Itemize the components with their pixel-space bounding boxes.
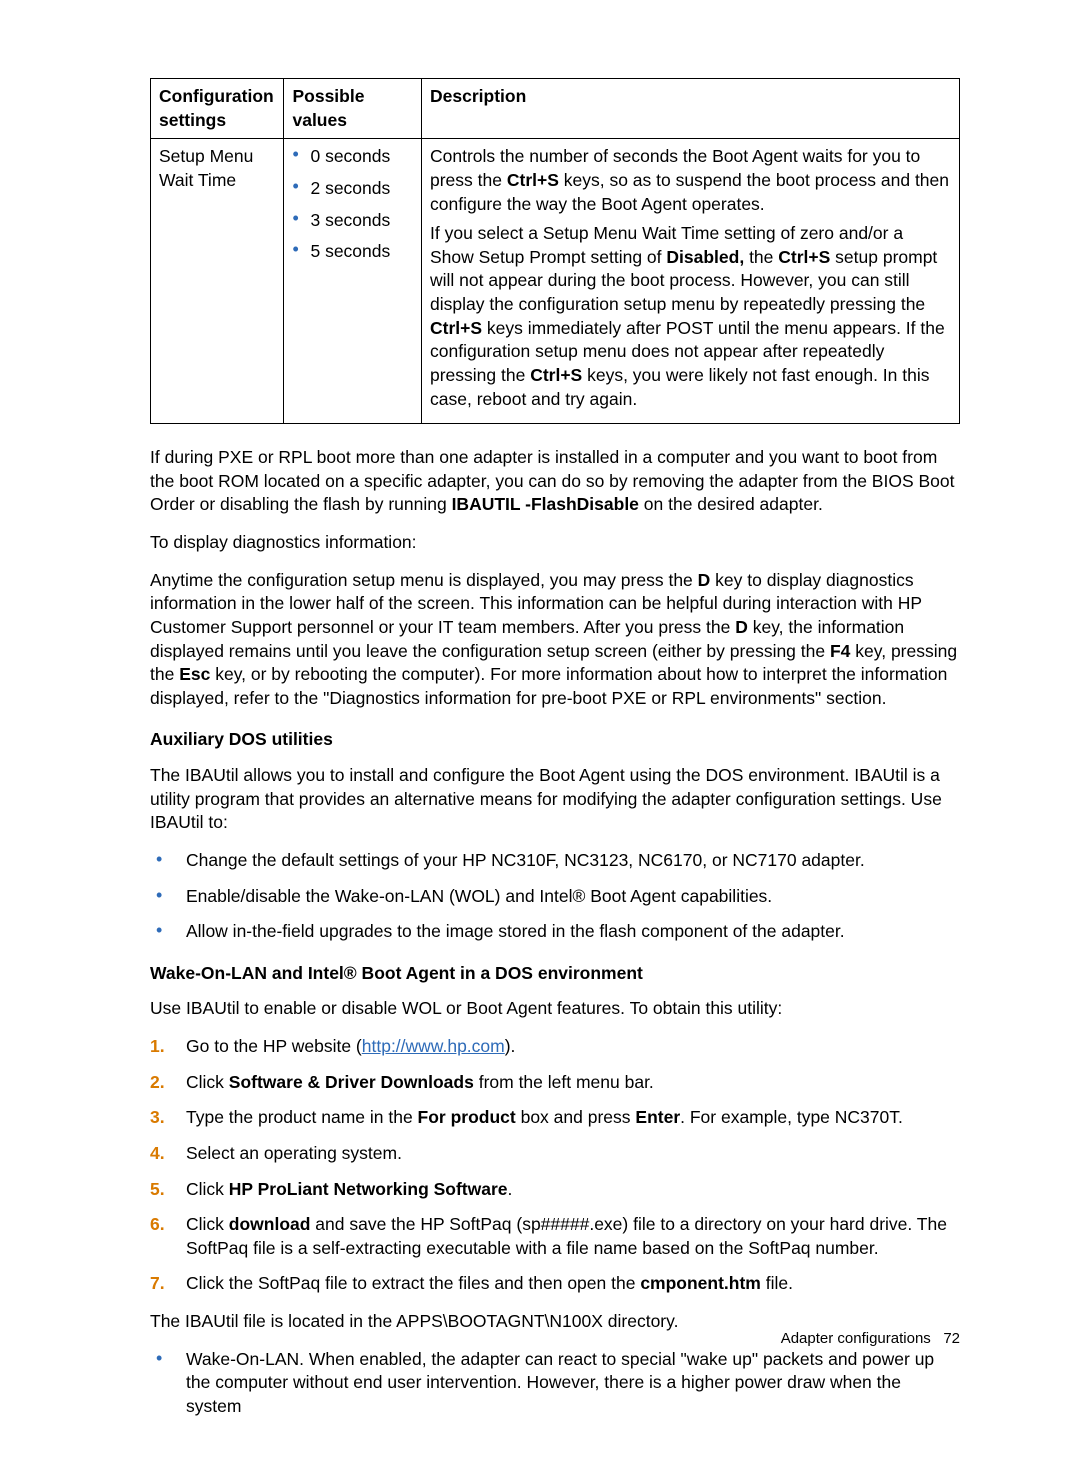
list-item: Enable/disable the Wake-on-LAN (WOL) and… <box>150 885 960 909</box>
text: . <box>508 1179 513 1199</box>
text: Click <box>186 1072 229 1092</box>
key: Enter <box>635 1107 680 1127</box>
step-item: Type the product name in the For product… <box>150 1106 960 1130</box>
hp-website-link[interactable]: http://www.hp.com <box>362 1036 505 1056</box>
col-header-values: Possible values <box>284 79 422 139</box>
command-text: IBAUTIL -FlashDisable <box>452 494 639 514</box>
key: Esc <box>179 664 210 684</box>
body-paragraph: Use IBAUtil to enable or disable WOL or … <box>150 997 960 1021</box>
text: Go to the HP website ( <box>186 1036 362 1056</box>
step-item: Click download and save the HP SoftPaq (… <box>150 1213 960 1260</box>
text: Click <box>186 1179 229 1199</box>
list-item: 3 seconds <box>292 209 413 233</box>
bold-text: HP ProLiant Networking Software <box>229 1179 508 1199</box>
ibautil-uses-list: Change the default settings of your HP N… <box>150 849 960 944</box>
bold-text: For product <box>418 1107 516 1127</box>
body-paragraph: To display diagnostics information: <box>150 531 960 555</box>
col-header-description: Description <box>422 79 960 139</box>
cell-values: 0 seconds 2 seconds 3 seconds 5 seconds <box>284 139 422 424</box>
key: D <box>735 617 748 637</box>
cell-description: Controls the number of seconds the Boot … <box>422 139 960 424</box>
description-paragraph: If you select a Setup Menu Wait Time set… <box>430 222 951 411</box>
text: Type the product name in the <box>186 1107 418 1127</box>
page-footer: Adapter configurations 72 <box>781 1330 960 1347</box>
text: key, or by rebooting the computer). For … <box>150 664 947 708</box>
key: D <box>698 570 711 590</box>
text: ). <box>505 1036 516 1056</box>
text: Anytime the configuration setup menu is … <box>150 570 698 590</box>
text: Click the SoftPaq file to extract the fi… <box>186 1273 640 1293</box>
list-item: Change the default settings of your HP N… <box>150 849 960 873</box>
list-item: Wake-On-LAN. When enabled, the adapter c… <box>150 1348 960 1419</box>
step-item: Select an operating system. <box>150 1142 960 1166</box>
step-item: Click the SoftPaq file to extract the fi… <box>150 1272 960 1296</box>
features-list: Wake-On-LAN. When enabled, the adapter c… <box>150 1348 960 1419</box>
step-item: Click HP ProLiant Networking Software. <box>150 1178 960 1202</box>
key-combo: Ctrl+S <box>530 365 582 385</box>
step-item: Click Software & Driver Downloads from t… <box>150 1071 960 1095</box>
bold-text: Disabled, <box>666 247 744 267</box>
filename: cmponent.htm <box>640 1273 761 1293</box>
list-item: 2 seconds <box>292 177 413 201</box>
heading-wol: Wake-On-LAN and Intel® Boot Agent in a D… <box>150 962 960 986</box>
text: . For example, type NC370T. <box>680 1107 903 1127</box>
text: box and press <box>516 1107 636 1127</box>
list-item: 0 seconds <box>292 145 413 169</box>
heading-aux-dos: Auxiliary DOS utilities <box>150 728 960 752</box>
config-settings-table: Configuration settings Possible values D… <box>150 78 960 424</box>
key-combo: Ctrl+S <box>430 318 482 338</box>
possible-values-list: 0 seconds 2 seconds 3 seconds 5 seconds <box>292 145 413 264</box>
text: file. <box>761 1273 793 1293</box>
text: from the left menu bar. <box>474 1072 654 1092</box>
obtain-utility-steps: Go to the HP website (http://www.hp.com)… <box>150 1035 960 1296</box>
body-paragraph: Anytime the configuration setup menu is … <box>150 569 960 711</box>
list-item: 5 seconds <box>292 240 413 264</box>
list-item: Allow in-the-field upgrades to the image… <box>150 920 960 944</box>
text: on the desired adapter. <box>639 494 823 514</box>
bold-text: download <box>229 1214 311 1234</box>
col-header-config: Configuration settings <box>151 79 284 139</box>
text: Click <box>186 1214 229 1234</box>
text: the <box>744 247 778 267</box>
key-combo: Ctrl+S <box>778 247 830 267</box>
body-paragraph: If during PXE or RPL boot more than one … <box>150 446 960 517</box>
step-item: Go to the HP website (http://www.hp.com)… <box>150 1035 960 1059</box>
page-number: 72 <box>943 1330 960 1347</box>
key-combo: Ctrl+S <box>507 170 559 190</box>
key: F4 <box>830 641 850 661</box>
document-page: Configuration settings Possible values D… <box>0 0 1080 1483</box>
footer-label: Adapter configurations <box>781 1330 931 1347</box>
table-row: Setup Menu Wait Time 0 seconds 2 seconds… <box>151 139 960 424</box>
bold-text: Software & Driver Downloads <box>229 1072 474 1092</box>
cell-setting: Setup Menu Wait Time <box>151 139 284 424</box>
table-header-row: Configuration settings Possible values D… <box>151 79 960 139</box>
body-paragraph: The IBAUtil allows you to install and co… <box>150 764 960 835</box>
description-paragraph: Controls the number of seconds the Boot … <box>430 145 951 216</box>
